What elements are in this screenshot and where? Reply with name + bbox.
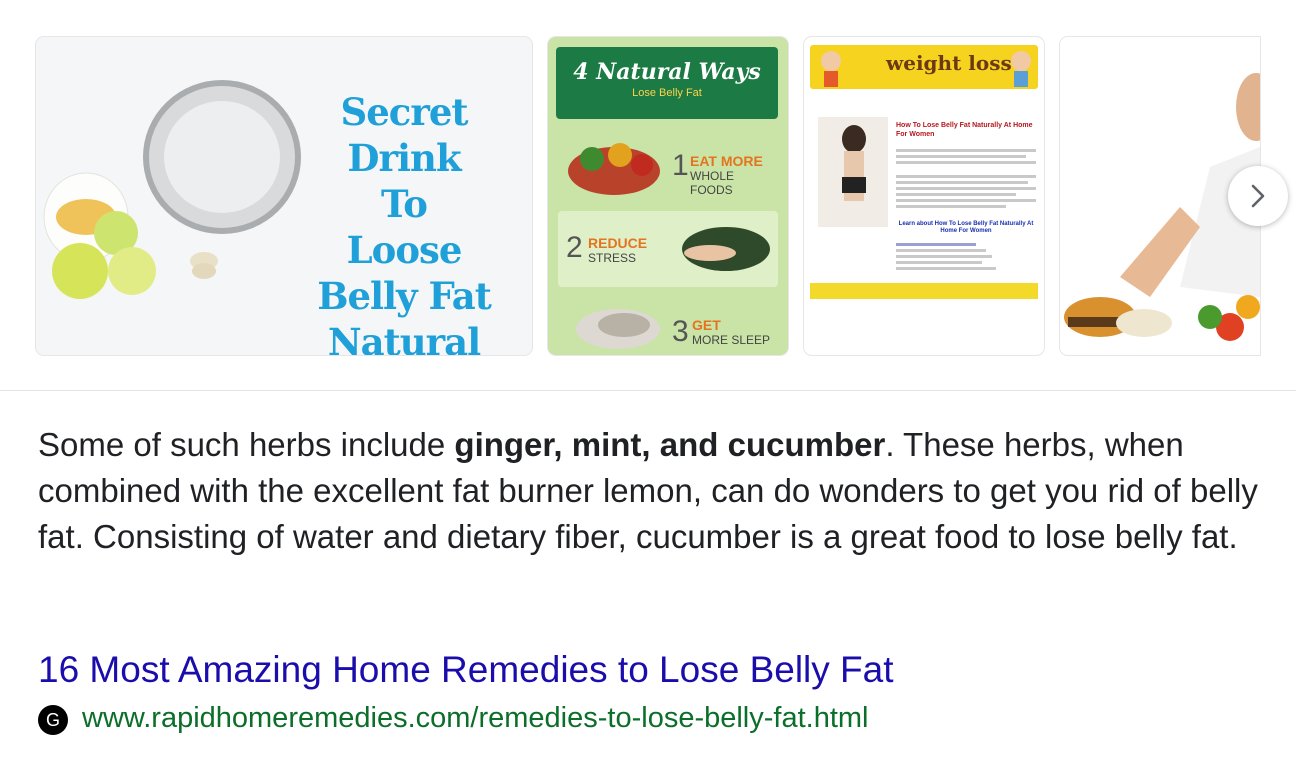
step-row: 2 REDUCE STRESS — [558, 211, 778, 287]
carousel-image-1[interactable]: Secret Drink To Loose Belly Fat Natural … — [36, 37, 532, 355]
snippet-bold-text: ginger, mint, and cucumber — [454, 426, 886, 463]
step-subtitle: STRESS — [588, 251, 637, 265]
woman-cartoon-icon — [1011, 51, 1031, 87]
step-row: 1 EAT MORE WHOLE FOODS — [558, 133, 778, 205]
divider — [0, 390, 1296, 391]
url-text[interactable]: www.rapidhomeremedies.com/remedies-to-lo… — [82, 702, 869, 735]
image-header-bar: weight loss — [810, 45, 1038, 89]
step-title: REDUCE — [588, 235, 648, 251]
snippet-text: Some of such herbs include — [38, 426, 455, 463]
step-number: 3 — [672, 315, 689, 348]
bed-illustration — [576, 309, 660, 349]
favicon-icon: G — [38, 705, 68, 735]
step-subtitle: MORE SLEEP — [692, 333, 771, 347]
image-headline: Secret Drink To Loose Belly Fat Natural … — [317, 90, 492, 355]
result-url[interactable]: G www.rapidhomeremedies.com/remedies-to-… — [38, 700, 869, 736]
chevron-right-icon — [1251, 184, 1265, 208]
next-button[interactable] — [1228, 166, 1288, 226]
meditation-illustration — [682, 227, 770, 271]
step-title: EAT MORE — [690, 153, 763, 169]
woman-cartoon-icon — [821, 51, 841, 87]
featured-snippet-text: Some of such herbs include ginger, mint,… — [38, 422, 1268, 560]
article-title: How To Lose Belly Fat Naturally At Home … — [896, 122, 1033, 138]
vegetables-illustration — [568, 143, 660, 195]
banner-subtitle: Lose Belly Fat — [632, 87, 702, 99]
header-text: weight loss — [886, 51, 1012, 75]
step-subtitle: WHOLE FOODS — [690, 169, 735, 197]
step-number: 2 — [566, 231, 583, 264]
image-footer-bar — [810, 283, 1038, 299]
image-carousel: Secret Drink To Loose Belly Fat Natural … — [0, 0, 1296, 390]
step-row: 3 GET MORE SLEEP — [558, 295, 778, 355]
result-title-link[interactable]: 16 Most Amazing Home Remedies to Lose Be… — [38, 646, 894, 694]
image-banner: 4 Natural Ways Lose Belly Fat — [556, 47, 778, 119]
carousel-image-3[interactable]: weight loss How To Lose Belly Fat Natura… — [804, 37, 1044, 355]
article-link: Learn about How To Lose Belly Fat Natura… — [898, 221, 1034, 234]
carousel-image-2[interactable]: 4 Natural Ways Lose Belly Fat 1 EAT MORE… — [548, 37, 788, 355]
step-number: 1 — [672, 149, 689, 182]
woman-photo — [818, 117, 888, 227]
step-title: GET — [692, 317, 721, 333]
banner-title: 4 Natural Ways — [573, 59, 761, 85]
